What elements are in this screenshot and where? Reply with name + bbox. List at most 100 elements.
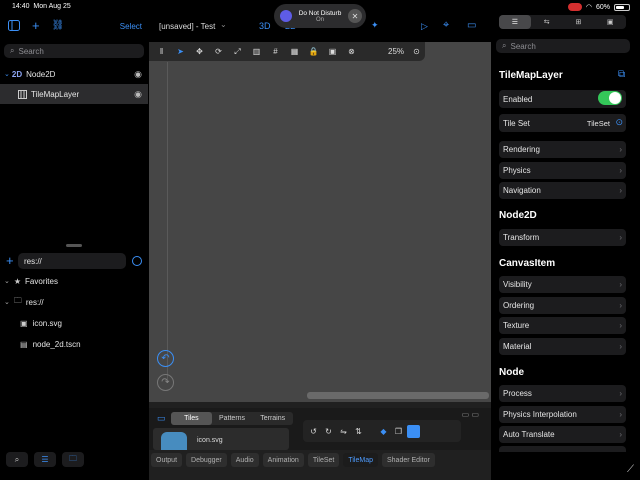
tree-item-node2d[interactable]: ⌄ 2D Node2D ◉ — [0, 64, 148, 84]
file-item-res[interactable]: ⌄ 🗀 res:// — [4, 292, 144, 312]
add-icon[interactable]: + — [32, 19, 40, 32]
physics-interpolation-row[interactable]: Physics Interpolation › — [499, 406, 626, 423]
scene-panel: + ⛓ Select ⌕ Search ⌄ 2D Node2D ◉ TileMa… — [0, 14, 148, 480]
tab-debugger[interactable]: Debugger — [186, 453, 227, 467]
sidebar-icon[interactable] — [8, 20, 20, 31]
list-view-button[interactable]: ☰ — [34, 452, 56, 467]
tileset-value[interactable]: TileSet — [587, 119, 610, 128]
folder-icon: 🗀 — [13, 296, 22, 305]
rotate-left-icon[interactable]: ↺ — [307, 425, 320, 438]
more-row-partial[interactable] — [499, 446, 626, 452]
group-icon[interactable]: ▣ — [326, 45, 339, 58]
more-icon[interactable]: ⊙ — [615, 117, 623, 128]
ruler-icon[interactable]: ▥ — [250, 45, 263, 58]
chevron-right-icon: › — [619, 301, 622, 310]
bone-icon[interactable]: ⊗ — [345, 45, 358, 58]
tile-source-item[interactable]: icon.svg — [153, 428, 289, 450]
tab-audio[interactable]: Audio — [230, 453, 259, 467]
file-item-node2d-tscn[interactable]: ▤ node_2d.tscn — [20, 334, 144, 354]
rotate-right-icon[interactable]: ↻ — [322, 425, 335, 438]
history-tab-icon[interactable]: ▣ — [594, 15, 626, 29]
horizontal-scrollbar[interactable] — [307, 392, 489, 399]
undo-icon[interactable]: ↶ — [157, 350, 174, 367]
tree-item-tilemaplayer[interactable]: TileMapLayer ◉ — [0, 84, 148, 104]
inspector-search-input[interactable]: ⌕ Search — [496, 39, 630, 53]
dnd-banner[interactable]: Do Not Disturb On ✕ — [274, 4, 366, 28]
enabled-row: Enabled — [499, 90, 626, 108]
rendering-row[interactable]: Rendering › — [499, 141, 626, 158]
section-node2d: Node2D — [499, 210, 537, 221]
scene-title[interactable]: [unsaved] - Test — [159, 22, 215, 31]
book-icon[interactable]: ⧉ — [618, 69, 625, 80]
file-item-favorites[interactable]: ⌄ ★ Favorites — [4, 271, 144, 291]
play-button[interactable]: ▷ — [421, 21, 428, 32]
auto-translate-row[interactable]: Auto Translate › — [499, 426, 626, 443]
canvas-viewport[interactable]: ‖ ➤ ✥ ⟳ ⤢ ▥ # ▦ 🔒 ▣ ⊗ 25% ⊙ ↶ ↷ — [149, 42, 491, 402]
layer-icon[interactable]: ◆ — [377, 425, 390, 438]
select-tool-icon[interactable]: ➤ — [174, 45, 187, 58]
visibility-row[interactable]: Visibility › — [499, 276, 626, 293]
tab-tiles[interactable]: Tiles — [171, 412, 212, 425]
zoom-reset-icon[interactable]: ⊙ — [410, 45, 423, 58]
fill-icon[interactable] — [407, 424, 420, 438]
refresh-icon[interactable] — [132, 256, 142, 266]
grid-icon[interactable]: # — [269, 45, 282, 58]
expand-panel-icon[interactable]: ▭ ▭ — [462, 410, 479, 419]
groups-tab-icon[interactable]: ⊞ — [563, 15, 595, 29]
move-tool-icon[interactable]: ✥ — [193, 45, 206, 58]
copy-icon[interactable]: ❐ — [392, 425, 405, 438]
chevron-right-icon: › — [619, 280, 622, 289]
scale-tool-icon[interactable]: ⤢ — [231, 45, 244, 58]
dnd-state: On — [315, 16, 324, 23]
panel-divider-handle[interactable] — [66, 244, 82, 247]
material-row[interactable]: Material › — [499, 338, 626, 355]
filesystem-path-input[interactable]: res:// — [18, 253, 126, 269]
process-row[interactable]: Process › — [499, 385, 626, 402]
transform-row[interactable]: Transform › — [499, 229, 626, 246]
rotate-tool-icon[interactable]: ⟳ — [212, 45, 225, 58]
tab-animation[interactable]: Animation — [262, 453, 304, 467]
link-icon[interactable]: ⛓ — [52, 20, 65, 31]
search-files-button[interactable]: ⌕ — [6, 452, 28, 467]
folder-view-button[interactable]: 🗀 — [62, 452, 84, 467]
ordering-row[interactable]: Ordering › — [499, 297, 626, 314]
inspector-tab-icon[interactable]: ☰ — [499, 15, 531, 29]
select-button[interactable]: Select — [120, 22, 142, 31]
visibility-eye-icon[interactable]: ◉ — [134, 89, 142, 100]
chevron-right-icon: › — [619, 430, 622, 439]
flip-horizontal-icon[interactable]: ⇋ — [337, 425, 350, 438]
snap-icon[interactable]: ▦ — [288, 45, 301, 58]
physics-row[interactable]: Physics › — [499, 162, 626, 179]
tab-patterns[interactable]: Patterns — [212, 412, 253, 425]
chevron-down-icon[interactable]: ⌄ — [220, 20, 227, 29]
enabled-toggle[interactable] — [598, 91, 622, 105]
visibility-eye-icon[interactable]: ◉ — [134, 69, 142, 80]
mode-3d-button[interactable]: 3D — [259, 21, 271, 31]
section-node: Node — [499, 367, 524, 378]
resize-handle-icon[interactable]: ⟋ — [627, 464, 634, 475]
drag-handle-icon[interactable]: ‖ — [155, 45, 168, 58]
tab-terrains[interactable]: Terrains — [252, 412, 293, 425]
file-item-icon-svg[interactable]: ▣ icon.svg — [20, 313, 144, 333]
signals-tab-icon[interactable]: ⇆ — [531, 15, 563, 29]
navigation-row[interactable]: Navigation › — [499, 182, 626, 199]
crosshair-icon[interactable]: ⌖ — [443, 19, 449, 32]
tab-tilemap[interactable]: TileMap — [343, 453, 378, 467]
tab-tileset[interactable]: TileSet — [307, 453, 340, 467]
flip-vertical-icon[interactable]: ⇅ — [352, 425, 365, 438]
close-icon[interactable]: ✕ — [348, 9, 362, 23]
sparkle-icon[interactable]: ✦ — [371, 20, 379, 31]
zoom-level[interactable]: 25% — [388, 47, 404, 56]
redo-icon[interactable]: ↷ — [157, 374, 174, 391]
lock-icon[interactable]: 🔒 — [307, 45, 320, 58]
scene-search-input[interactable]: ⌕ Search — [4, 44, 144, 58]
tab-output[interactable]: Output — [151, 453, 183, 467]
add-file-icon[interactable]: + — [6, 253, 14, 268]
tab-shader-editor[interactable]: Shader Editor — [381, 453, 435, 467]
search-icon: ⌕ — [502, 41, 507, 50]
tilemap-panel: ▭ Tiles Patterns Terrains icon.svg ↺ ↻ ⇋… — [149, 408, 491, 450]
tileset-row[interactable]: Tile Set TileSet ⊙ — [499, 114, 626, 132]
panel-sidebar-icon[interactable]: ▭ — [157, 413, 166, 424]
texture-row[interactable]: Texture › — [499, 317, 626, 334]
movie-icon[interactable]: ▭ — [467, 20, 476, 31]
